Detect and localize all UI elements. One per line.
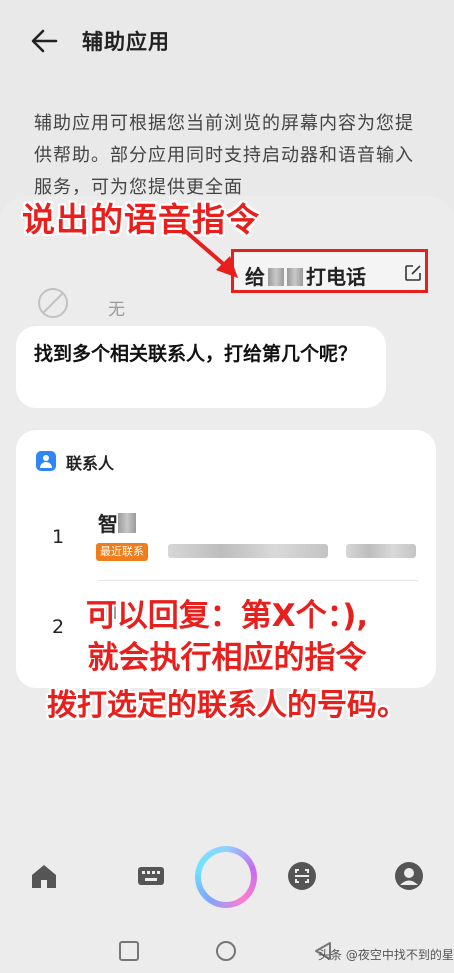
description-text: 辅助应用可根据您当前浏览的屏幕内容为您提供帮助。部分应用同时支持启动器和语音输入… (34, 113, 414, 198)
keyboard-icon[interactable] (135, 860, 167, 892)
recent-apps-icon[interactable] (118, 940, 140, 962)
contact-name-prefix: 智 (98, 512, 118, 536)
disabled-option-icon (38, 288, 68, 318)
reply-annotation-line-1: 可以回复：第X个：), (85, 598, 369, 634)
redacted-name-2 (287, 268, 303, 286)
contacts-card-title: 联系人 (66, 454, 115, 473)
home-icon[interactable] (28, 860, 60, 892)
home-nav-icon[interactable] (215, 940, 237, 962)
redacted-location (346, 544, 416, 558)
redacted-phone-number (168, 544, 328, 558)
assistant-reply-bubble: 找到多个相关联系人，打给第几个呢？ (16, 326, 386, 408)
annotation-arrow-icon (182, 228, 238, 278)
page-title: 辅助应用 (82, 30, 170, 54)
voice-assistant-mic-button[interactable] (195, 846, 257, 908)
reply-annotation-line-3: 拨打选定的联系人的号码。 (47, 688, 407, 723)
row-divider (98, 580, 418, 581)
reply-annotation-line-2: 就会执行相应的指令 (87, 640, 367, 676)
edit-icon[interactable] (404, 264, 422, 282)
redacted-name-1 (268, 268, 284, 286)
scan-icon[interactable] (286, 860, 318, 892)
assistant-reply-text: 找到多个相关联系人，打给第几个呢？ (34, 343, 358, 365)
contact-name: 智 (98, 508, 136, 537)
contacts-icon (36, 451, 56, 471)
app-header: 辅助应用 (0, 0, 454, 80)
contact-index: 1 (52, 526, 65, 548)
profile-icon[interactable] (393, 860, 425, 892)
recent-contact-badge: 最近联系 (96, 543, 148, 561)
voice-command-text: 给打电话 (245, 261, 366, 290)
voice-command-suffix: 打电话 (306, 265, 366, 289)
redacted-name (118, 513, 136, 533)
watermark-text: 头条 @夜空中找不到的星 (318, 948, 454, 962)
option-none-label: 无 (108, 300, 125, 320)
back-arrow-icon[interactable] (28, 24, 62, 58)
voice-command-box[interactable]: 给打电话 (231, 249, 428, 293)
